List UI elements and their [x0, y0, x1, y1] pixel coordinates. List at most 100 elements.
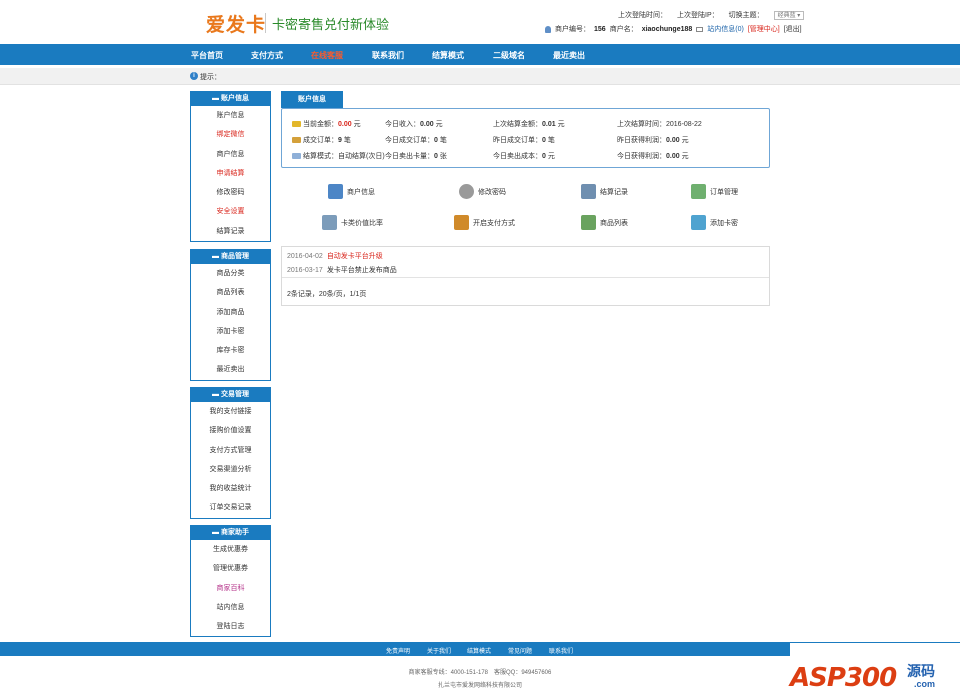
nav-recent-sold[interactable]: 最近卖出 — [553, 50, 585, 61]
nav-subdomain[interactable]: 二级域名 — [493, 50, 525, 61]
today-profit: 今日获得利润：0.00 元 — [617, 153, 689, 160]
quick-change-password[interactable]: 修改密码 — [459, 184, 506, 199]
merchant-no-label: 商户编号： — [555, 26, 590, 33]
sidebar-item-merchant-info[interactable]: 商户信息 — [191, 145, 270, 164]
sidebar-header[interactable]: ▬ 商家助手 — [191, 525, 270, 540]
nav-contact[interactable]: 联系我们 — [372, 50, 404, 61]
sidebar-item-goods-list[interactable]: 商品列表 — [191, 283, 270, 302]
watermark-logo: ASP300 源码 .com — [790, 643, 960, 697]
tip-bar: i 提示： — [0, 68, 960, 85]
watermark-com: .com — [914, 679, 936, 689]
sidebar-item-apply-settle[interactable]: 申请结算 — [191, 164, 270, 183]
login-info: 上次登陆时间： 上次登陆IP： 切换主题： 经典蓝 ▾ — [618, 10, 805, 20]
coin-icon — [292, 121, 301, 128]
sidebar-group-goods: ▬ 商品管理 商品分类 商品列表 添加商品 添加卡密 库存卡密 最近卖出 — [190, 249, 271, 381]
sidebar-group-account: ▬ 账户信息 账户信息 绑定微信 商户信息 申请结算 修改密码 安全设置 结算记… — [190, 91, 271, 243]
quick-card-ratio[interactable]: 卡类价值比率 — [322, 215, 383, 230]
footer-settle[interactable]: 结算模式 — [467, 646, 491, 655]
sidebar-item-create-coupon[interactable]: 生成优惠券 — [191, 540, 270, 559]
sidebar-item-recent-sold[interactable]: 最近卖出 — [191, 360, 270, 379]
quick-order-manage[interactable]: 订单管理 — [691, 184, 738, 199]
today-cost: 今日卖出成本：0 元 — [493, 153, 555, 160]
card-icon — [322, 215, 337, 230]
footer-about[interactable]: 关于我们 — [427, 646, 451, 655]
quick-settle-record[interactable]: 结算记录 — [581, 184, 628, 199]
logout-link[interactable]: [退出] — [784, 24, 802, 34]
footer-contact[interactable]: 联系我们 — [549, 646, 573, 655]
nav-payment[interactable]: 支付方式 — [251, 50, 283, 61]
logo[interactable]: 爱发卡 — [206, 10, 266, 37]
tip-text: 提示： — [200, 74, 221, 81]
payment-icon — [454, 215, 469, 230]
slogan: 卡密寄售兑付新体验 — [272, 18, 390, 33]
yesterday-profit: 昨日获得利润：0.00 元 — [617, 137, 689, 144]
today-orders: 今日成交订单：0 笔 — [385, 137, 447, 144]
sidebar-item-channel-analysis[interactable]: 交易渠道分析 — [191, 460, 270, 479]
list-item[interactable]: 2016-04-02 自动发卡平台升级 — [287, 251, 383, 261]
nav-service[interactable]: 在线客服 — [311, 50, 343, 61]
yesterday-orders: 昨日成交订单：0 笔 — [493, 137, 555, 144]
gear-icon — [459, 184, 474, 199]
watermark-cn: 源码 — [907, 663, 935, 679]
list-item[interactable]: 2016-03-17 发卡平台禁止发布商品 — [287, 265, 397, 275]
nav-home[interactable]: 平台首页 — [191, 50, 223, 61]
watermark-text: ASP300 — [790, 663, 897, 693]
sidebar-item-wiki[interactable]: 商家百科 — [191, 579, 270, 598]
manage-center-link[interactable]: [管理中心] — [748, 24, 780, 34]
divider — [282, 277, 769, 278]
sidebar-item-category[interactable]: 商品分类 — [191, 264, 270, 283]
announcement-list: 2016-04-02 自动发卡平台升级 2016-03-17 发卡平台禁止发布商品 … — [281, 246, 770, 306]
quick-goods-list[interactable]: 商品列表 — [581, 215, 628, 230]
sidebar-item-bind-wechat[interactable]: 绑定微信 — [191, 125, 270, 144]
sidebar-item-pay-link[interactable]: 我的支付链接 — [191, 402, 270, 421]
sidebar-item-messages[interactable]: 站内信息 — [191, 598, 270, 617]
sidebar-item-manage-coupon[interactable]: 管理优惠券 — [191, 559, 270, 578]
sidebar-group-trade: ▬ 交易管理 我的支付链接 接购价值设置 支付方式管理 交易渠道分析 我的收益统… — [190, 387, 271, 519]
switch-theme-label: 切换主题： — [728, 12, 764, 19]
sidebar-item-order-records[interactable]: 订单交易记录 — [191, 498, 270, 517]
order-manage-icon — [691, 184, 706, 199]
settle-icon — [292, 153, 301, 160]
account-summary: 当前金额：0.00 元 今日收入：0.00 元 上次结算金额：0.01 元 上次… — [281, 108, 770, 168]
mail-icon — [696, 26, 704, 32]
sidebar-header[interactable]: ▬ 交易管理 — [191, 387, 270, 402]
theme-select[interactable]: 经典蓝 ▾ — [773, 10, 805, 20]
sidebar-header[interactable]: ▬ 账户信息 — [191, 91, 270, 106]
sidebar-item-add-goods[interactable]: 添加商品 — [191, 303, 270, 322]
sidebar-item-income-stats[interactable]: 我的收益统计 — [191, 479, 270, 498]
sidebar-item-add-card[interactable]: 添加卡密 — [191, 322, 270, 341]
merchant-name-label: 商户名： — [609, 26, 638, 33]
today-sold-count: 今日卖出卡量：0 张 — [385, 153, 447, 160]
add-card-icon — [691, 215, 706, 230]
account-bar: 商户编号： 156 商户名： xiaochunge188 站内信息(0) [管理… — [545, 24, 802, 34]
last-settle-amount: 上次结算金额：0.01 元 — [493, 121, 565, 128]
nav-settle-mode[interactable]: 结算模式 — [432, 50, 464, 61]
inbox-link[interactable]: 站内信息(0) — [707, 24, 744, 34]
tab-account-info[interactable]: 账户信息 — [281, 91, 343, 108]
sidebar-item-stock-card[interactable]: 库存卡密 — [191, 341, 270, 360]
goods-list-icon — [581, 215, 596, 230]
last-login-ip: 上次登陆IP： — [677, 12, 719, 19]
logo-divider — [265, 13, 266, 33]
sidebar-header[interactable]: ▬ 商品管理 — [191, 249, 270, 264]
footer-faq[interactable]: 常见问题 — [508, 646, 532, 655]
footer-disclaimer[interactable]: 免责声明 — [386, 646, 410, 655]
sidebar-item-change-password[interactable]: 修改密码 — [191, 183, 270, 202]
sidebar-item-pay-manage[interactable]: 支付方式管理 — [191, 441, 270, 460]
last-login-time: 上次登陆时间： — [618, 12, 667, 19]
sidebar-item-price-setting[interactable]: 接购价值设置 — [191, 421, 270, 440]
user-icon — [545, 25, 551, 33]
quick-merchant-info[interactable]: 商户信息 — [328, 184, 375, 199]
settle-mode: 结算模式：自动结算(次日) — [292, 151, 385, 161]
info-icon: i — [190, 72, 198, 80]
deal-orders: 成交订单：9 笔 — [292, 135, 351, 145]
quick-enable-payment[interactable]: 开启支付方式 — [454, 215, 515, 230]
sidebar-group-assistant: ▬ 商家助手 生成优惠券 管理优惠券 商家百科 站内信息 登陆日志 — [190, 525, 271, 638]
main-nav: 平台首页 支付方式 在线客服 联系我们 结算模式 二级域名 最近卖出 — [0, 44, 960, 65]
sidebar-item-account-info[interactable]: 账户信息 — [191, 106, 270, 125]
quick-add-card[interactable]: 添加卡密 — [691, 215, 738, 230]
merchant-no: 156 — [594, 25, 606, 33]
sidebar-item-settle-record[interactable]: 结算记录 — [191, 222, 270, 241]
sidebar-item-login-log[interactable]: 登陆日志 — [191, 617, 270, 636]
sidebar-item-security[interactable]: 安全设置 — [191, 202, 270, 221]
